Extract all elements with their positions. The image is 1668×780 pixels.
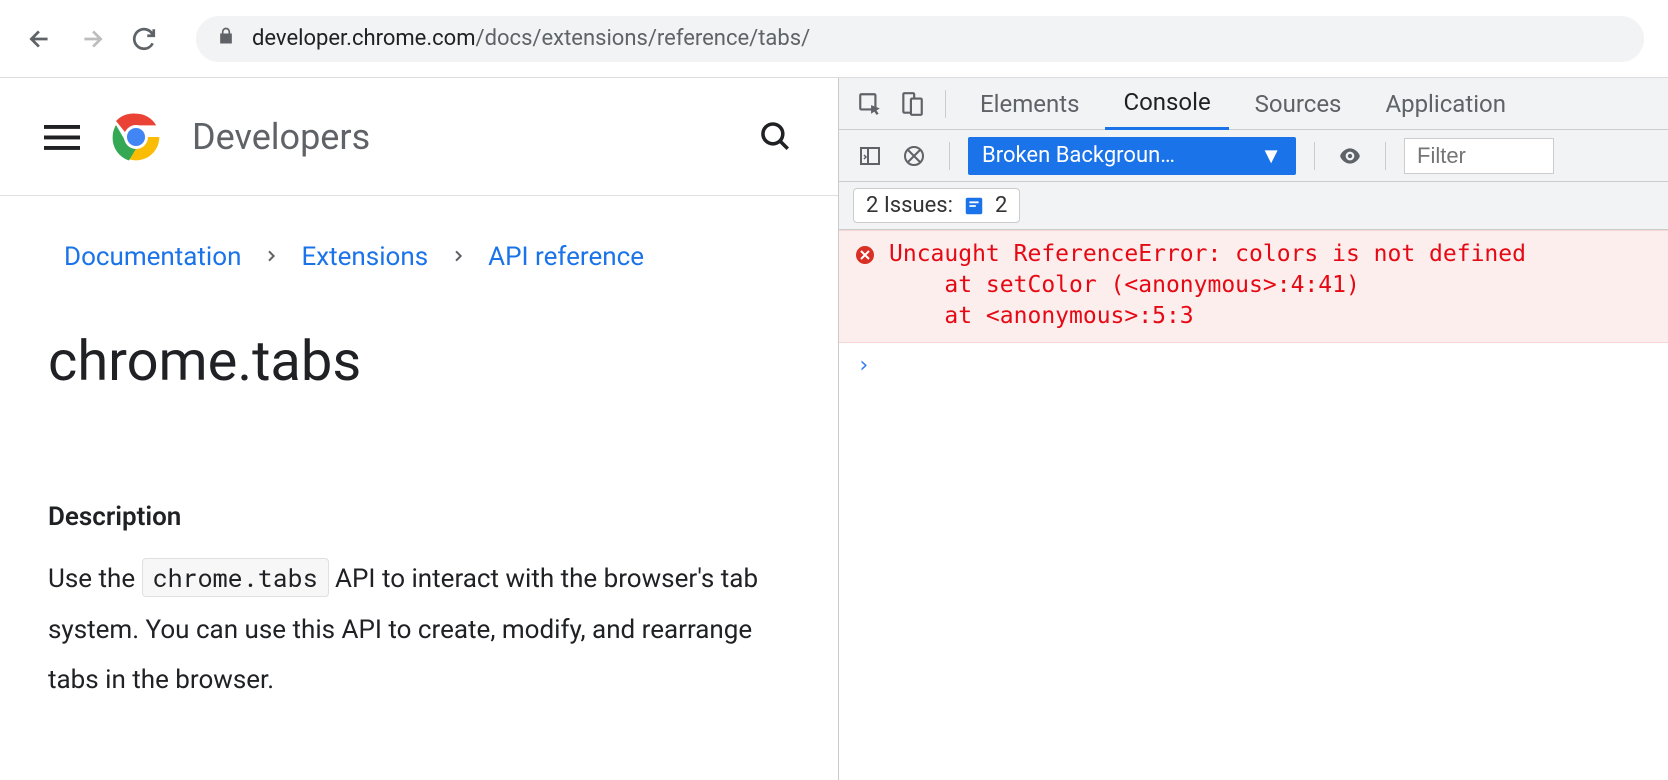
chevron-right-icon <box>263 245 279 269</box>
live-expression-button[interactable] <box>1333 139 1367 173</box>
url-host: developer.chrome.com <box>252 26 476 51</box>
separator <box>949 142 950 170</box>
issues-bar: 2 Issues: 2 <box>839 182 1668 230</box>
issues-label: 2 Issues: <box>866 193 953 218</box>
clear-console-button[interactable] <box>897 139 931 173</box>
console-prompt[interactable]: › <box>839 343 1668 388</box>
page-content: Developers Documentation Extensions API … <box>0 78 838 780</box>
reload-button[interactable] <box>128 23 160 55</box>
prompt-chevron-icon: › <box>857 353 870 378</box>
filter-input[interactable] <box>1404 138 1554 174</box>
error-text: Uncaught ReferenceError: colors is not d… <box>889 239 1526 332</box>
lock-icon <box>216 26 236 52</box>
device-toolbar-button[interactable] <box>895 87 929 121</box>
url-text: developer.chrome.com/docs/extensions/ref… <box>252 26 810 51</box>
separator <box>1385 142 1386 170</box>
error-icon <box>855 243 875 263</box>
devtools-panel: Elements Console Sources Application Bro… <box>838 78 1668 780</box>
tab-sources[interactable]: Sources <box>1237 78 1360 130</box>
issues-count: 2 <box>995 193 1007 218</box>
separator <box>1314 142 1315 170</box>
console-error-message[interactable]: Uncaught ReferenceError: colors is not d… <box>839 230 1668 343</box>
breadcrumb: Documentation Extensions API reference <box>0 196 838 272</box>
forward-button[interactable] <box>76 23 108 55</box>
description-text: Use the chrome.tabs API to interact with… <box>48 554 778 706</box>
context-selector[interactable]: Broken Backgroun… ▼ <box>968 137 1296 175</box>
search-button[interactable] <box>758 119 794 155</box>
description-section: Description Use the chrome.tabs API to i… <box>0 394 838 706</box>
hamburger-menu-button[interactable] <box>44 119 80 155</box>
devtools-tab-bar: Elements Console Sources Application <box>839 78 1668 130</box>
context-selected-label: Broken Backgroun… <box>982 143 1175 168</box>
console-sidebar-toggle[interactable] <box>853 139 887 173</box>
inspect-element-button[interactable] <box>853 87 887 121</box>
console-toolbar: Broken Backgroun… ▼ <box>839 130 1668 182</box>
tab-console[interactable]: Console <box>1105 78 1228 130</box>
console-output: Uncaught ReferenceError: colors is not d… <box>839 230 1668 780</box>
site-title: Developers <box>192 116 730 158</box>
separator <box>945 90 946 118</box>
breadcrumb-api-reference[interactable]: API reference <box>488 242 644 272</box>
description-heading: Description <box>48 502 790 532</box>
breadcrumb-extensions[interactable]: Extensions <box>301 242 428 272</box>
address-bar[interactable]: developer.chrome.com/docs/extensions/ref… <box>196 16 1644 62</box>
issue-icon <box>963 195 985 217</box>
page-title: chrome.tabs <box>0 272 838 394</box>
chrome-logo-icon <box>108 109 164 165</box>
back-button[interactable] <box>24 23 56 55</box>
site-header: Developers <box>0 78 838 196</box>
browser-toolbar: developer.chrome.com/docs/extensions/ref… <box>0 0 1668 78</box>
desc-code: chrome.tabs <box>142 558 329 597</box>
breadcrumb-documentation[interactable]: Documentation <box>64 242 241 272</box>
tab-application[interactable]: Application <box>1367 78 1524 130</box>
chevron-right-icon <box>450 245 466 269</box>
url-path: /docs/extensions/reference/tabs/ <box>476 26 811 51</box>
desc-prefix: Use the <box>48 564 142 594</box>
issues-chip[interactable]: 2 Issues: 2 <box>853 188 1020 223</box>
chevron-down-icon: ▼ <box>1260 143 1282 169</box>
tab-elements[interactable]: Elements <box>962 78 1097 130</box>
